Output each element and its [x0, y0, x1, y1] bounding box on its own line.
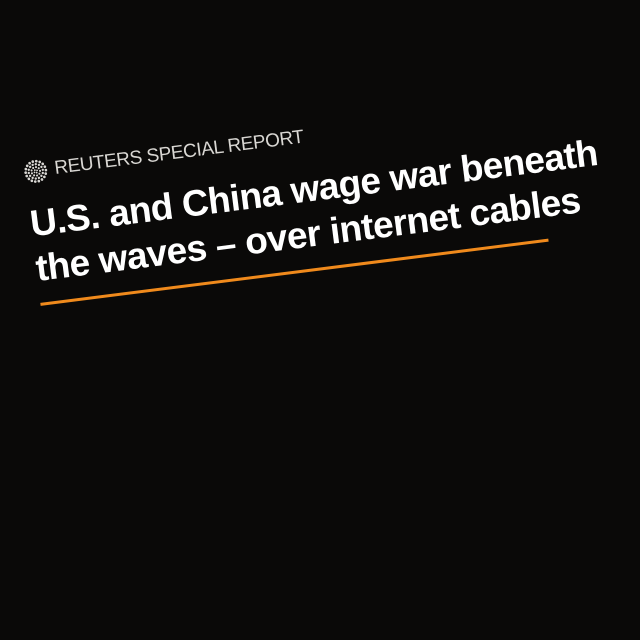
logo-dot — [41, 171, 45, 175]
logo-dot — [25, 174, 29, 178]
logo-dot — [34, 166, 38, 169]
logo-dot — [28, 174, 32, 178]
logo-dot — [35, 171, 38, 174]
logo-dot — [37, 179, 41, 183]
logo-dot — [31, 160, 35, 163]
logo-dot — [44, 168, 48, 172]
logo-dot — [43, 175, 46, 179]
logo-dot — [38, 160, 42, 164]
logo-dot — [43, 165, 47, 169]
logo-dot — [27, 168, 30, 171]
logo-dot — [33, 180, 37, 183]
logo-dot — [34, 162, 37, 166]
logo-dot — [33, 169, 36, 171]
logo-dot — [28, 161, 31, 165]
logo-dot — [31, 163, 34, 167]
logo-dot — [38, 172, 41, 175]
logo-dot — [40, 178, 44, 181]
logo-dot — [33, 174, 36, 177]
logo-dot — [40, 165, 43, 169]
logo-dot — [40, 174, 43, 178]
logo-dot — [34, 159, 38, 163]
logo-dot — [25, 164, 29, 168]
logo-dot — [37, 163, 41, 167]
logo-dot — [30, 169, 33, 172]
logo-dot — [41, 162, 45, 166]
logo-dot — [31, 176, 34, 180]
logo-dot — [36, 169, 38, 172]
logo-dot — [33, 171, 36, 174]
logo-dot — [36, 174, 39, 177]
logo-dot — [27, 177, 31, 181]
logo-dot — [24, 167, 28, 171]
logo-dot — [27, 171, 30, 175]
special-report-card: REUTERS SPECIAL REPORT U.S. and China wa… — [22, 88, 600, 306]
logo-dot — [41, 168, 44, 171]
logo-dot — [39, 169, 42, 172]
logo-dot — [30, 179, 34, 183]
logo-dot — [30, 172, 34, 175]
logo-dot — [32, 166, 35, 169]
logo-dot — [28, 165, 32, 169]
logo-dot — [24, 171, 28, 175]
logo-dot — [37, 167, 40, 170]
reuters-logo-icon — [24, 159, 48, 183]
logo-dot — [37, 176, 41, 180]
logo-dot — [44, 172, 48, 175]
page: REUTERS SPECIAL REPORT U.S. and China wa… — [0, 0, 640, 640]
logo-dot — [34, 177, 37, 180]
